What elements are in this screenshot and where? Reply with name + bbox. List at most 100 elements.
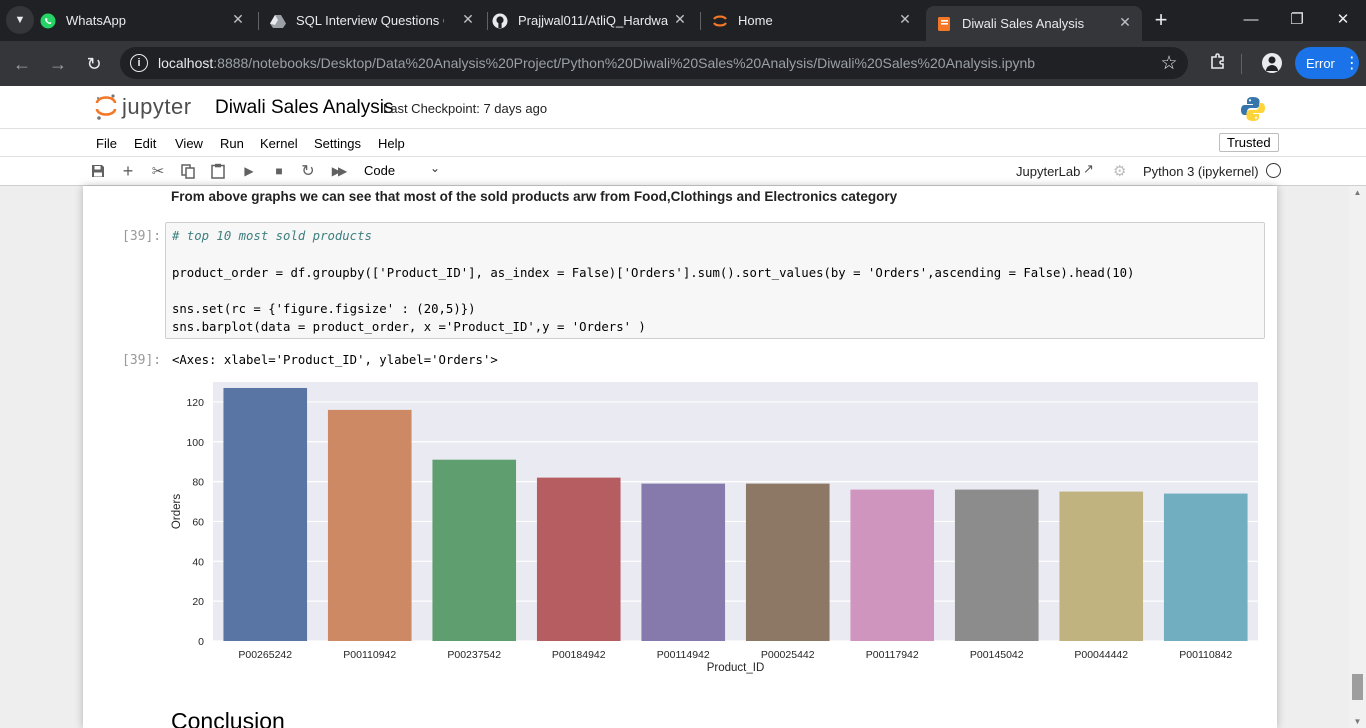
bar <box>327 409 412 641</box>
jupyter-logo-icon[interactable] <box>95 93 117 121</box>
cell-type-select[interactable]: Code <box>364 163 395 178</box>
close-tab-icon[interactable]: ✕ <box>896 11 914 28</box>
python-logo-icon <box>1240 96 1266 122</box>
menu-edit[interactable]: Edit <box>134 136 156 151</box>
restore-button[interactable]: ❐ <box>1282 8 1312 32</box>
cut-icon[interactable]: ✂ <box>148 162 168 180</box>
notebook-title[interactable]: Diwali Sales Analysis <box>215 97 393 119</box>
menu-run[interactable]: Run <box>220 136 244 151</box>
external-link-icon[interactable]: ↗ <box>1083 161 1094 177</box>
tab-whatsapp[interactable]: WhatsApp ✕ <box>40 8 255 33</box>
address-bar-row: ← → ↻ i localhost:8888/notebooks/Desktop… <box>0 41 1366 86</box>
run-cell-icon[interactable]: ▶ <box>239 162 259 180</box>
close-window-button[interactable]: ✕ <box>1328 8 1358 32</box>
new-tab-button[interactable]: + <box>1146 8 1176 32</box>
kernel-status-icon <box>1266 163 1281 178</box>
chevron-down-icon[interactable]: ⌄ <box>430 161 440 175</box>
notebook-toolbar: + ✂ ▶ ■ ↻ ▶▶ Code ⌄ JupyterLab ↗ ⚙ Pytho… <box>0 157 1366 186</box>
x-tick-label: P00117942 <box>866 649 919 661</box>
bookmark-star-icon[interactable]: ☆ <box>1156 51 1182 77</box>
y-tick-label: 20 <box>192 596 204 608</box>
x-tick-label: P00044442 <box>1074 649 1128 661</box>
notebook-icon <box>936 16 952 32</box>
bar <box>1059 491 1144 641</box>
gear-icon: ⚙ <box>1113 163 1127 180</box>
jupyter-header: jupyter Diwali Sales Analysis Last Check… <box>0 86 1366 129</box>
trusted-badge[interactable]: Trusted <box>1219 133 1279 152</box>
menu-file[interactable]: File <box>96 136 117 151</box>
x-tick-label: P00145042 <box>970 649 1024 661</box>
y-tick-label: 80 <box>192 477 204 489</box>
checkpoint-text: Last Checkpoint: 7 days ago <box>383 101 548 116</box>
copy-icon[interactable] <box>178 162 198 180</box>
menu-bar: File Edit View Run Kernel Settings Help … <box>0 129 1366 157</box>
menu-settings[interactable]: Settings <box>314 136 361 151</box>
kernel-name[interactable]: Python 3 (ipykernel) <box>1143 164 1259 179</box>
tab-diwali-sales-analysis[interactable]: Diwali Sales Analysis ✕ <box>926 6 1142 41</box>
fast-forward-icon[interactable]: ▶▶ <box>328 162 348 180</box>
error-button[interactable]: Error ⋮ <box>1295 47 1360 79</box>
stop-icon[interactable]: ■ <box>269 162 289 180</box>
bar-chart: 0 20 40 60 80 100 120 P00265242 P00110942 P002375… <box>171 382 1258 674</box>
y-tick-label: 100 <box>186 437 204 449</box>
tab-sql-interview[interactable]: SQL Interview Questions CHE ✕ <box>270 8 485 33</box>
x-tick-label: P00265242 <box>238 649 292 661</box>
back-button[interactable]: ← <box>9 51 35 77</box>
tab-title: WhatsApp <box>66 13 126 28</box>
x-tick-label: P00114942 <box>657 649 710 661</box>
tab-home[interactable]: Home ✕ <box>712 8 922 33</box>
reload-button[interactable]: ↻ <box>81 51 107 77</box>
tab-github[interactable]: Prajjwal011/AtliQ_Hardware ✕ <box>492 8 697 33</box>
minimize-button[interactable]: — <box>1236 8 1266 32</box>
x-tick-label: P00110842 <box>1179 649 1232 661</box>
x-tick-label: P00237542 <box>447 649 501 661</box>
tab-search-button[interactable]: ▼ <box>6 6 34 34</box>
jupyter-logo-text: jupyter <box>122 94 192 119</box>
scrollbar-thumb[interactable] <box>1352 674 1363 700</box>
add-cell-icon[interactable]: + <box>118 161 138 181</box>
close-tab-icon[interactable]: ✕ <box>1116 14 1134 31</box>
drive-icon <box>270 13 286 29</box>
y-tick-label: 60 <box>192 516 204 528</box>
profile-avatar[interactable] <box>1262 53 1282 73</box>
tab-title: Diwali Sales Analysis <box>962 16 1085 31</box>
bar <box>1163 493 1248 641</box>
x-tick-label: P00184942 <box>552 649 606 661</box>
menu-view[interactable]: View <box>175 136 203 151</box>
github-icon <box>492 13 508 29</box>
bar <box>223 387 308 641</box>
jupyterlab-link[interactable]: JupyterLab <box>1016 164 1080 179</box>
close-tab-icon[interactable]: ✕ <box>459 11 477 28</box>
notebook-page: From above graphs we can see that most o… <box>83 186 1277 728</box>
close-tab-icon[interactable]: ✕ <box>229 11 247 28</box>
close-tab-icon[interactable]: ✕ <box>671 11 689 28</box>
y-tick-label: 0 <box>198 636 204 648</box>
bar <box>432 459 517 641</box>
omnibox[interactable]: i localhost:8888/notebooks/Desktop/Data%… <box>120 47 1188 79</box>
scrollbar[interactable]: ▲ ▼ <box>1349 186 1366 728</box>
bar <box>536 477 621 641</box>
bar <box>954 489 1039 641</box>
paste-icon[interactable] <box>208 162 228 180</box>
conclusion-heading: Conclusion <box>171 708 285 728</box>
menu-help[interactable]: Help <box>378 136 405 151</box>
x-axis-label: Product_ID <box>707 662 765 674</box>
menu-kernel[interactable]: Kernel <box>260 136 298 151</box>
browser-tab-bar: ▼ WhatsApp ✕ SQL Interview Questions CHE… <box>0 0 1366 41</box>
y-tick-label: 120 <box>186 397 204 409</box>
site-info-icon[interactable]: i <box>130 54 148 72</box>
tab-title: SQL Interview Questions CHE <box>296 13 444 28</box>
url-text[interactable]: localhost:8888/notebooks/Desktop/Data%20… <box>158 55 1035 71</box>
restart-kernel-icon[interactable]: ↻ <box>298 162 318 180</box>
bar <box>641 483 726 641</box>
notebook-area: From above graphs we can see that most o… <box>0 186 1366 728</box>
extensions-icon[interactable] <box>1205 51 1231 77</box>
tab-title: Prajjwal011/AtliQ_Hardware <box>518 13 668 28</box>
forward-button[interactable]: → <box>45 51 71 77</box>
jupyter-icon <box>712 13 728 29</box>
save-icon[interactable] <box>88 162 108 180</box>
bar <box>745 483 830 641</box>
y-axis-label: Orders <box>171 494 183 529</box>
tab-title: Home <box>738 13 773 28</box>
whatsapp-icon <box>40 13 56 29</box>
